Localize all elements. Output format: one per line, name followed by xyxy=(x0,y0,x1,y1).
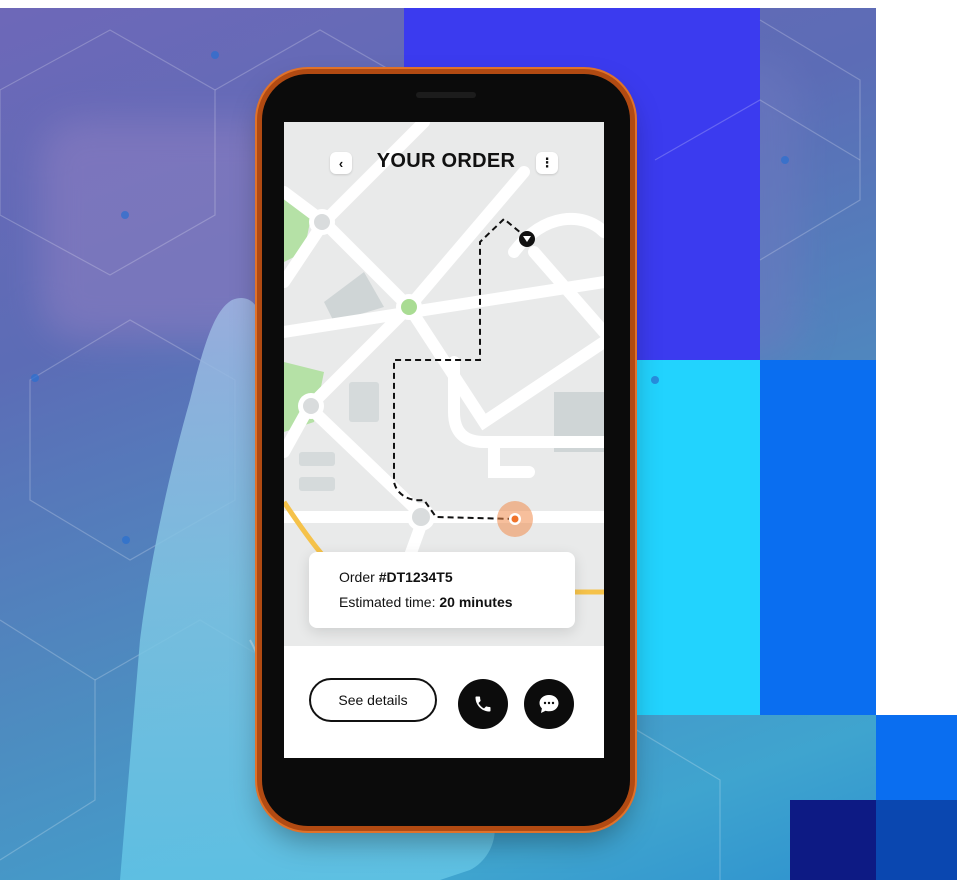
eta-label: Estimated time: xyxy=(339,594,436,610)
order-number-line: Order #DT1234T5 xyxy=(339,569,453,585)
scene: ‹ YOUR ORDER ⋮ Order #DT1234T5 Estimated… xyxy=(0,0,957,880)
page-title: YOUR ORDER xyxy=(376,150,516,172)
phone-icon xyxy=(475,696,491,712)
app-screen: ‹ YOUR ORDER ⋮ Order #DT1234T5 Estimated… xyxy=(284,122,604,758)
order-info-card: Order #DT1234T5 Estimated time: 20 minut… xyxy=(309,552,575,628)
more-options-button[interactable]: ⋮ xyxy=(536,152,558,174)
chat-bubble-icon xyxy=(539,695,559,713)
chat-button[interactable] xyxy=(524,679,574,729)
phone: ‹ YOUR ORDER ⋮ Order #DT1234T5 Estimated… xyxy=(262,74,630,826)
see-details-button[interactable]: See details xyxy=(309,678,437,722)
call-button[interactable] xyxy=(458,679,508,729)
order-header: ‹ YOUR ORDER ⋮ xyxy=(284,146,604,180)
order-id: #DT1234T5 xyxy=(378,569,453,585)
chevron-left-icon: ‹ xyxy=(338,155,344,171)
phone-speaker xyxy=(416,92,476,98)
action-bar: See details xyxy=(284,646,604,758)
eta-line: Estimated time: 20 minutes xyxy=(339,594,513,610)
eta-value: 20 minutes xyxy=(439,594,513,610)
order-label: Order xyxy=(339,569,375,585)
more-vertical-icon: ⋮ xyxy=(540,155,554,170)
back-button[interactable]: ‹ xyxy=(330,152,352,174)
